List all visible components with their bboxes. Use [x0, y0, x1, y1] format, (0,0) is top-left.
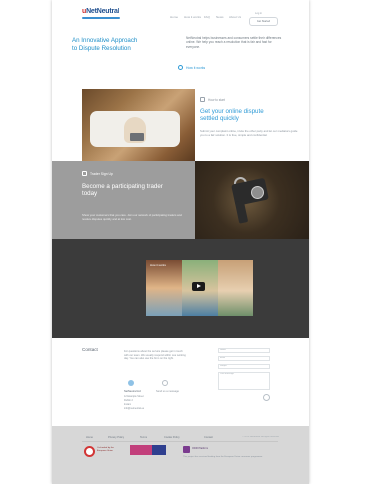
partner-logo-2	[152, 445, 166, 455]
hero-text: NetNeutral helps businesses and consumer…	[186, 36, 282, 49]
email-placeholder: Email	[220, 356, 226, 359]
video-panel-3	[218, 260, 253, 316]
section1-title-line2: settled quickly	[200, 115, 239, 123]
user-icon	[82, 171, 87, 176]
location-icon[interactable]	[128, 380, 134, 386]
odr-logo-text: ODR Platform	[192, 447, 209, 450]
hero-title-line1: An Innovative Approach	[72, 37, 138, 44]
logo-underline	[82, 17, 120, 19]
odr-logo-icon	[183, 446, 190, 453]
eu-logo-text: Co-funded by the European Union	[97, 447, 114, 452]
hero-title-line2: to Dispute Resolution	[72, 44, 131, 52]
login-link[interactable]: Log in	[255, 12, 262, 15]
footer-text: This project has received funding from t…	[183, 456, 263, 458]
section1-tag: How to start	[208, 98, 226, 102]
footer-nav-contact[interactable]: Contact	[204, 436, 213, 439]
play-circle-icon[interactable]	[178, 65, 183, 70]
footer-nav-cookies[interactable]: Cookie Policy	[164, 436, 180, 439]
footer-nav-home[interactable]: Home	[86, 436, 93, 439]
subject-placeholder: Subject	[220, 364, 228, 367]
page-frame: uNetNeutral Home How it works FAQ News A…	[52, 0, 309, 484]
site-logo[interactable]: uNetNeutral	[82, 8, 119, 15]
video-panel-1	[146, 260, 182, 316]
section1-title: Get your online dispute settled quickly	[200, 108, 264, 123]
partner-logo-1	[130, 445, 152, 455]
hero-photo-sofa	[82, 89, 195, 161]
nav-how-it-works[interactable]: How it works	[184, 15, 201, 19]
section2-title-line1: Become a participating trader	[82, 183, 163, 190]
document-icon	[200, 97, 205, 102]
address-line: Ireland	[124, 403, 132, 406]
address-line: 12 Example Street	[124, 395, 144, 398]
contact-title: Contact	[82, 347, 98, 352]
nav-about[interactable]: About Us	[229, 15, 241, 19]
name-placeholder: Name	[220, 348, 226, 351]
contact-option-company[interactable]: NetNeutral Ltd	[124, 390, 141, 393]
section1-text: Submit your complaint online, invite the…	[200, 129, 298, 137]
contact-text: For questions about the service please g…	[124, 350, 186, 361]
video-title: How it works	[150, 263, 166, 267]
email-field[interactable]	[218, 356, 270, 361]
camera-photo	[195, 161, 309, 239]
section2-tag: Trader Sign Up	[90, 172, 113, 176]
laptop-shape	[130, 133, 144, 141]
nav-news[interactable]: News	[216, 15, 224, 19]
section2-title: Become a participating trader today	[82, 183, 163, 198]
nav-home[interactable]: Home	[170, 15, 178, 19]
address-email[interactable]: info@netneutral.eu	[124, 407, 144, 410]
camera-lens-shape	[251, 186, 264, 199]
contact-option-message[interactable]: Send us a message	[156, 390, 179, 393]
section1-title-line1: Get your online dispute	[200, 108, 264, 115]
video-player[interactable]: How it works	[146, 260, 253, 316]
footer-nav-privacy[interactable]: Privacy Policy	[108, 436, 124, 439]
eu-logo-icon	[84, 446, 95, 457]
address-line: Dublin 2	[124, 399, 133, 402]
hero-title: An Innovative Approach to Dispute Resolu…	[72, 37, 137, 52]
footer-nav-terms[interactable]: Terms	[140, 436, 147, 439]
section2-text: Show your customers that you care. Join …	[82, 213, 182, 221]
play-icon	[197, 284, 201, 288]
hero-link[interactable]: How it works	[186, 66, 205, 70]
mail-icon[interactable]	[162, 380, 168, 386]
footer-divider	[82, 441, 278, 442]
nav-faq[interactable]: FAQ	[204, 15, 210, 19]
message-placeholder: Your message	[220, 373, 234, 375]
footer-copyright: © 2015 NetNeutral. All rights reserved.	[242, 436, 280, 438]
logo-text: NetNeutral	[86, 8, 120, 15]
submit-button[interactable]	[263, 394, 270, 401]
get-started-button[interactable]: Get Started	[249, 17, 278, 26]
section2-title-line2: today	[82, 190, 98, 198]
